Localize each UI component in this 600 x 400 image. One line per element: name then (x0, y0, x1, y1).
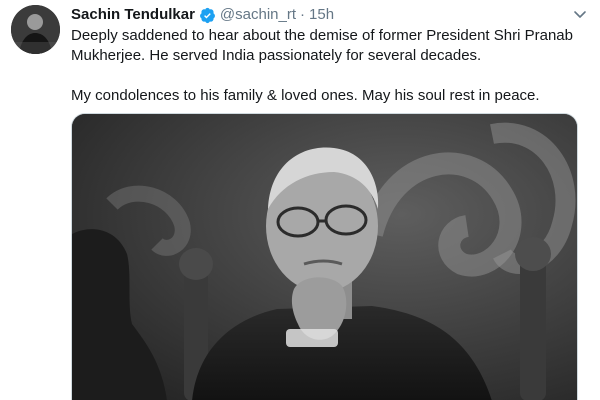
verified-badge-icon (199, 7, 216, 24)
timestamp[interactable]: 15h (309, 5, 334, 25)
chevron-down-icon[interactable] (572, 6, 588, 22)
display-name[interactable]: Sachin Tendulkar (71, 5, 195, 25)
tweet-paragraph: My condolences to his family & loved one… (71, 87, 540, 104)
separator-dot: · (300, 6, 306, 23)
tweet-header: Sachin Tendulkar @sachin_rt · 15h (71, 5, 334, 25)
tweet-photo[interactable] (71, 113, 578, 400)
tweet-paragraph: Deeply saddened to hear about the demise… (71, 27, 573, 64)
tweet-card[interactable]: Sachin Tendulkar @sachin_rt · 15h Deeply… (0, 0, 600, 400)
user-handle[interactable]: @sachin_rt (220, 5, 296, 25)
tweet-text: Deeply saddened to hear about the demise… (71, 26, 581, 106)
avatar[interactable] (11, 5, 60, 54)
